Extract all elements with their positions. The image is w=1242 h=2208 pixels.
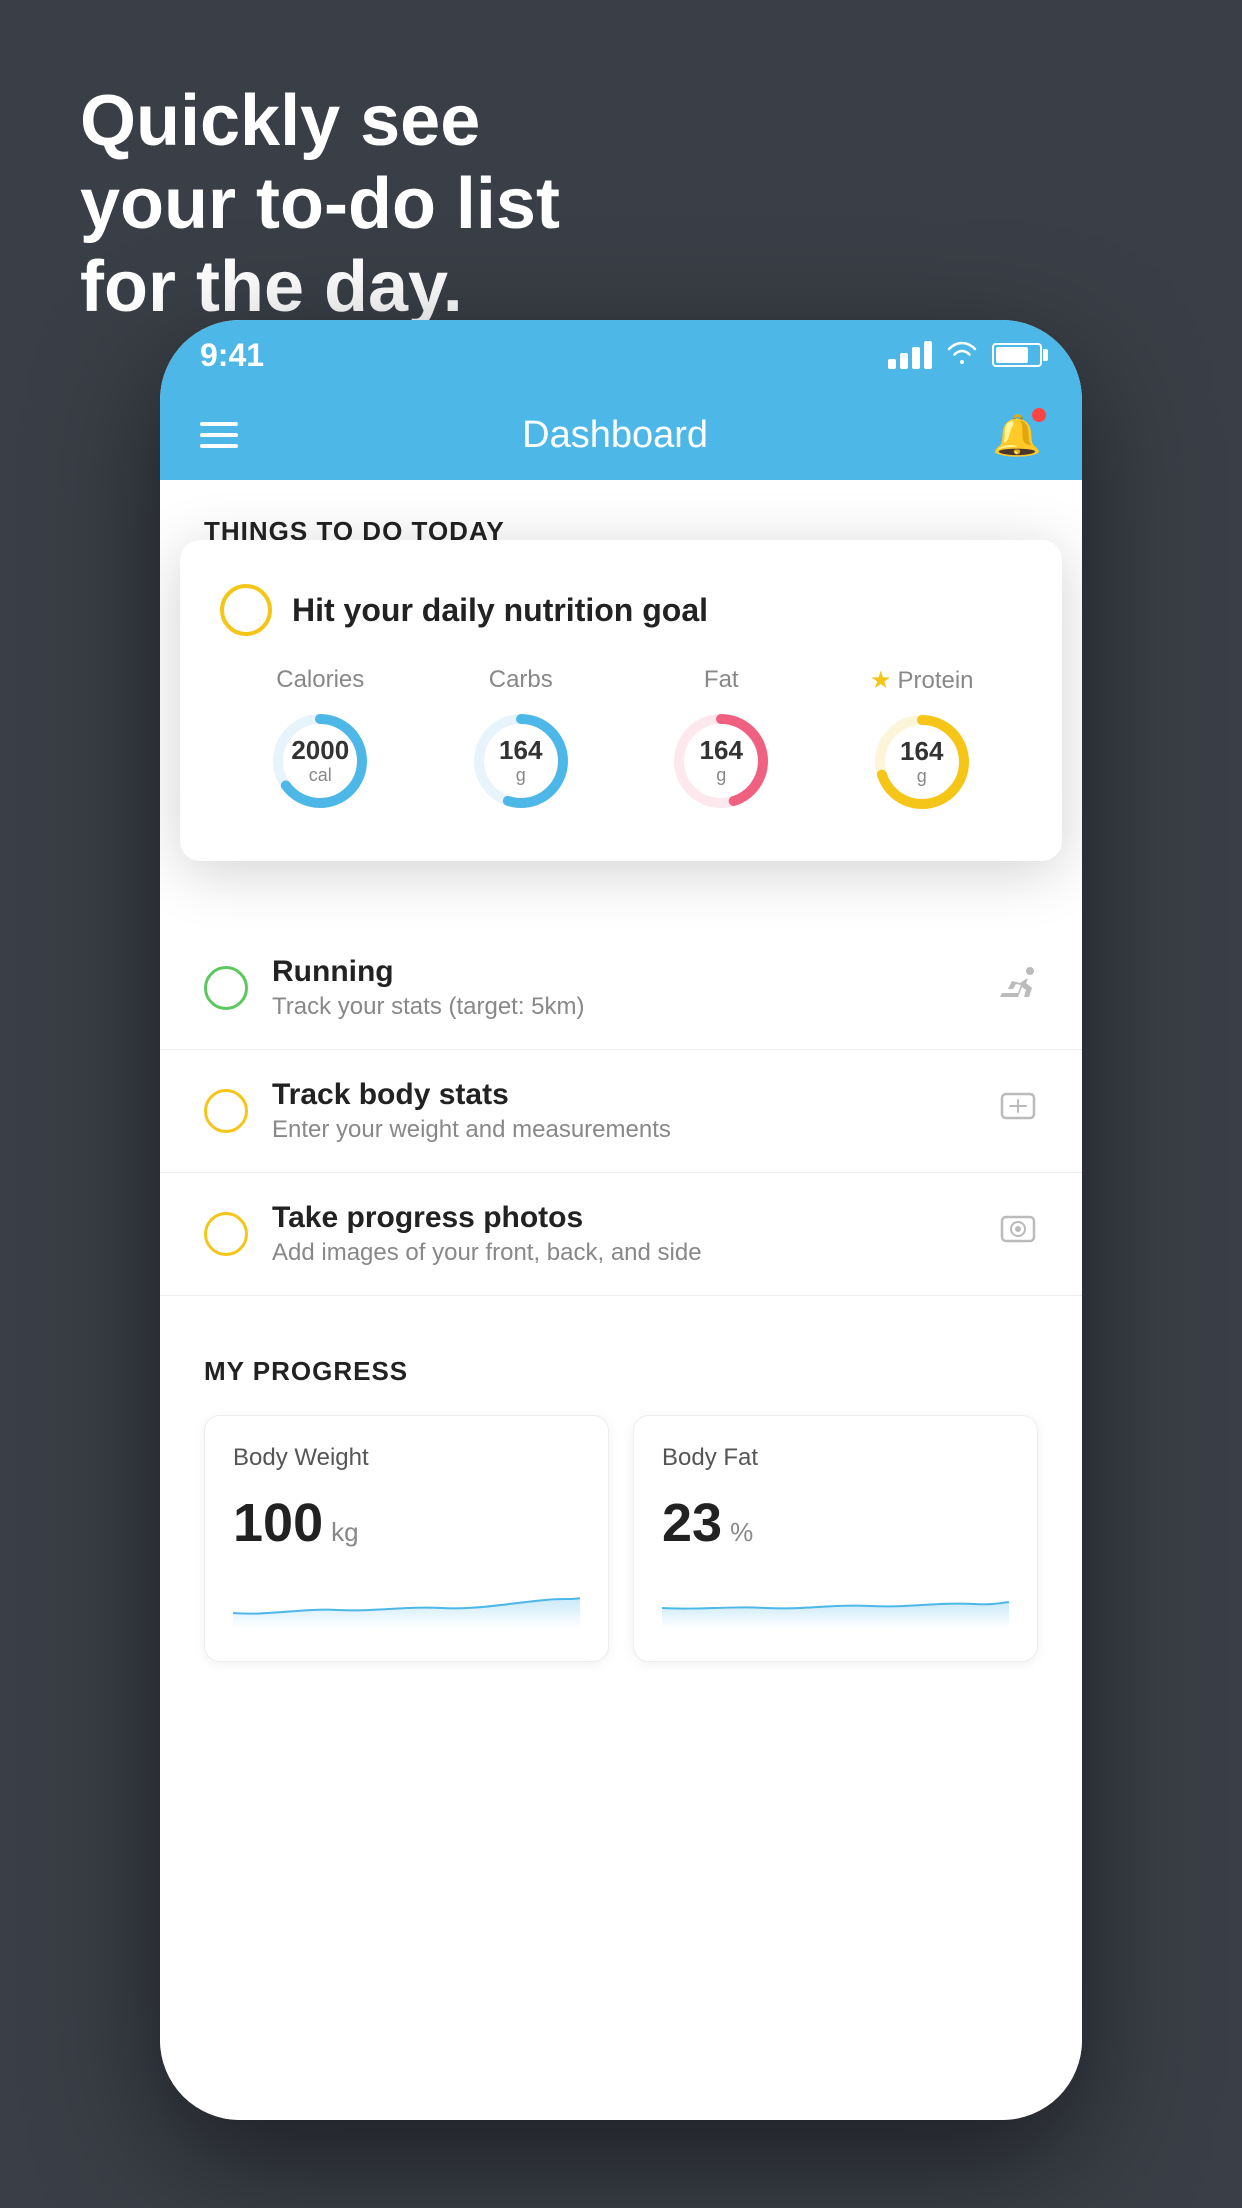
body-weight-value: 100 [233, 1492, 323, 1554]
body-fat-title: Body Fat [662, 1444, 1009, 1472]
todo-title-running: Running [272, 955, 974, 989]
card-title-row: Hit your daily nutrition goal [220, 584, 1022, 636]
calories-label: Calories [276, 666, 364, 694]
todo-text-body-stats: Track body stats Enter your weight and m… [272, 1078, 974, 1144]
notification-bell-button[interactable]: 🔔 [992, 412, 1042, 459]
fat-unit: g [716, 765, 726, 785]
calories-stat: Calories 2000 cal [265, 666, 375, 816]
body-weight-val-row: 100 kg [233, 1492, 580, 1554]
wifi-icon [946, 339, 978, 371]
carbs-unit: g [516, 765, 526, 785]
protein-value: 164 [900, 737, 943, 766]
notification-dot [1032, 408, 1046, 422]
carbs-donut: 164 g [466, 706, 576, 816]
list-item[interactable]: Running Track your stats (target: 5km) [160, 927, 1082, 1050]
body-weight-sparkline [233, 1578, 580, 1628]
carbs-stat: Carbs 164 g [466, 666, 576, 816]
todo-sub-photos: Add images of your front, back, and side [272, 1239, 974, 1267]
carbs-value: 164 [499, 736, 542, 765]
battery-icon [992, 343, 1042, 367]
body-fat-val-row: 23 % [662, 1492, 1009, 1554]
todo-text-running: Running Track your stats (target: 5km) [272, 955, 974, 1021]
nutrition-stats: Calories 2000 cal Carbs [220, 666, 1022, 817]
scale-icon [998, 1088, 1038, 1134]
star-icon: ★ [870, 666, 892, 695]
todo-title-photos: Take progress photos [272, 1201, 974, 1235]
nutrition-card: Hit your daily nutrition goal Calories 2… [180, 540, 1062, 861]
todo-sub-body-stats: Enter your weight and measurements [272, 1116, 974, 1144]
fat-donut: 164 g [666, 706, 776, 816]
card-title: Hit your daily nutrition goal [292, 592, 708, 629]
status-time: 9:41 [200, 337, 264, 374]
fat-value: 164 [700, 736, 743, 765]
hero-text: Quickly see your to-do list for the day. [80, 80, 560, 328]
progress-section: MY PROGRESS Body Weight 100 kg [160, 1316, 1082, 1662]
menu-button[interactable] [200, 422, 238, 448]
body-weight-title: Body Weight [233, 1444, 580, 1472]
calories-unit: cal [309, 765, 332, 785]
protein-stat: ★ Protein 164 g [867, 666, 977, 817]
status-icons [888, 339, 1042, 371]
signal-icon [888, 341, 932, 369]
calories-donut: 2000 cal [265, 706, 375, 816]
list-item[interactable]: Take progress photos Add images of your … [160, 1173, 1082, 1296]
body-fat-sparkline [662, 1578, 1009, 1628]
card-circle-check [220, 584, 272, 636]
nav-bar: Dashboard 🔔 [160, 390, 1082, 480]
protein-unit: g [917, 766, 927, 786]
fat-label: Fat [704, 666, 739, 694]
todo-circle-body-stats [204, 1089, 248, 1133]
todo-circle-photos [204, 1212, 248, 1256]
protein-label: ★ Protein [870, 666, 974, 695]
calories-value: 2000 [291, 736, 349, 765]
protein-donut: 164 g [867, 707, 977, 817]
todo-circle-running [204, 966, 248, 1010]
todo-sub-running: Track your stats (target: 5km) [272, 993, 974, 1021]
list-item[interactable]: Track body stats Enter your weight and m… [160, 1050, 1082, 1173]
body-weight-card: Body Weight 100 kg [204, 1415, 609, 1662]
running-icon [998, 965, 1038, 1011]
todo-title-body-stats: Track body stats [272, 1078, 974, 1112]
phone-content: THINGS TO DO TODAY Hit your daily nutrit… [160, 480, 1082, 2120]
nav-title: Dashboard [522, 414, 708, 457]
fat-stat: Fat 164 g [666, 666, 776, 816]
status-bar: 9:41 [160, 320, 1082, 390]
todo-list: Running Track your stats (target: 5km) T… [160, 927, 1082, 1296]
body-fat-unit: % [730, 1517, 753, 1548]
carbs-label: Carbs [489, 666, 553, 694]
body-fat-card: Body Fat 23 % [633, 1415, 1038, 1662]
todo-text-photos: Take progress photos Add images of your … [272, 1201, 974, 1267]
progress-header: MY PROGRESS [204, 1356, 1038, 1387]
phone-frame: 9:41 Dashboard [160, 320, 1082, 2120]
progress-cards: Body Weight 100 kg [204, 1415, 1038, 1662]
body-weight-unit: kg [331, 1517, 358, 1548]
photo-icon [998, 1211, 1038, 1257]
body-fat-value: 23 [662, 1492, 722, 1554]
